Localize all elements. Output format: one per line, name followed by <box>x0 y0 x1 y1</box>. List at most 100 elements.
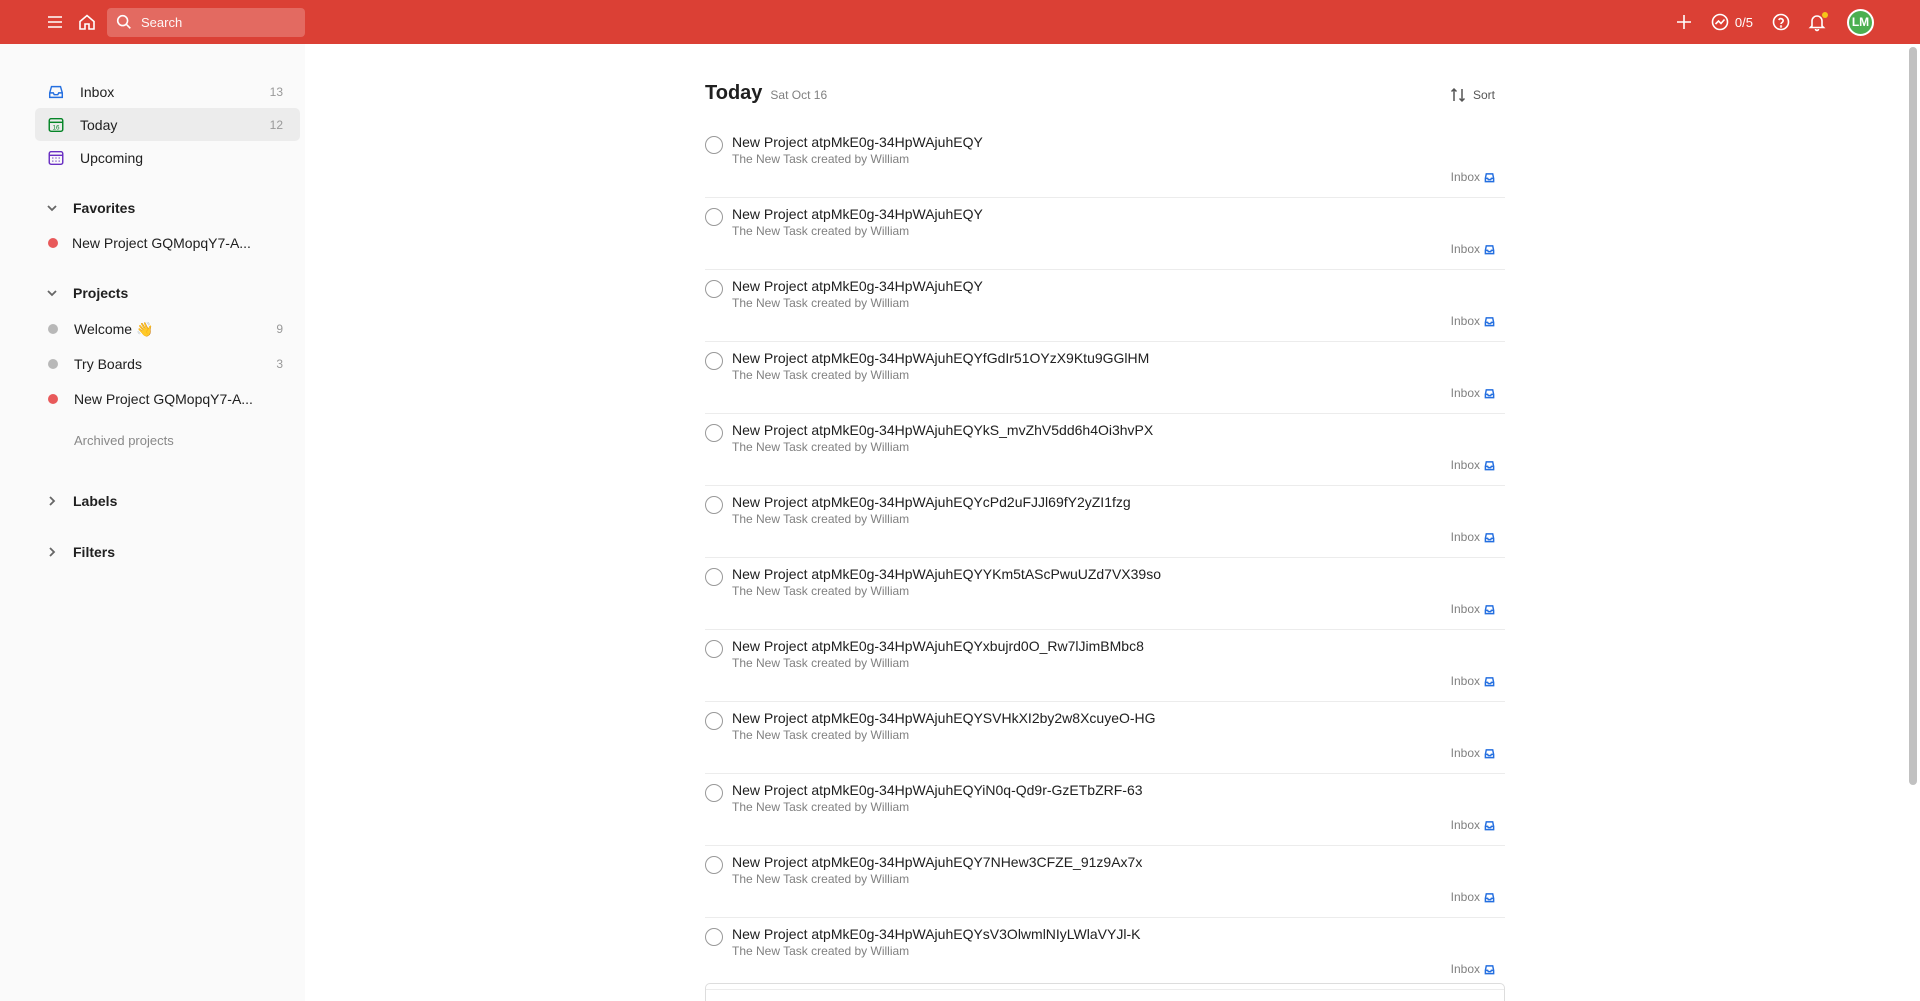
task-project-label: Inbox <box>1450 386 1480 400</box>
task-checkbox[interactable] <box>705 640 723 658</box>
favorite-item-new-project[interactable]: New Project GQMopqY7-A... <box>35 227 300 259</box>
task-checkbox[interactable] <box>705 568 723 586</box>
favorite-item-label: New Project GQMopqY7-A... <box>72 235 251 251</box>
task-checkbox[interactable] <box>705 712 723 730</box>
task-row[interactable]: New Project atpMkE0g-34HpWAjuhEQYSVHkXI2… <box>705 702 1505 774</box>
project-color-dot <box>48 324 58 334</box>
task-description: The New Task created by William <box>732 944 910 958</box>
task-project-link[interactable]: Inbox <box>1451 170 1495 184</box>
task-checkbox[interactable] <box>705 352 723 370</box>
task-row[interactable]: New Project atpMkE0g-34HpWAjuhEQYiN0q-Qd… <box>705 774 1505 846</box>
task-row[interactable]: New Project atpMkE0g-34HpWAjuhEQY7NHew3C… <box>705 846 1505 918</box>
task-project-label: Inbox <box>1450 818 1480 832</box>
task-project-label: Inbox <box>1450 962 1480 976</box>
search-box[interactable] <box>107 7 305 37</box>
sidebar-item-label: Upcoming <box>80 149 144 166</box>
task-title[interactable]: New Project atpMkE0g-34HpWAjuhEQY <box>732 278 983 294</box>
task-checkbox[interactable] <box>705 280 723 298</box>
task-title[interactable]: New Project atpMkE0g-34HpWAjuhEQY <box>732 206 983 222</box>
menu-icon[interactable] <box>41 8 69 36</box>
inbox-icon <box>1484 748 1495 758</box>
task-row[interactable]: New Project atpMkE0g-34HpWAjuhEQY The New… <box>705 270 1505 342</box>
task-checkbox[interactable] <box>705 136 723 154</box>
task-row[interactable]: New Project atpMkE0g-34HpWAjuhEQYcPd2uFJ… <box>705 486 1505 558</box>
chevron-right-icon <box>49 547 56 557</box>
task-project-link[interactable]: Inbox <box>1451 530 1495 544</box>
inbox-icon <box>1484 964 1495 974</box>
projects-section-toggle[interactable]: Projects <box>45 285 128 301</box>
task-project-label: Inbox <box>1450 314 1480 328</box>
search-input[interactable] <box>141 14 291 30</box>
project-item-label: Try Boards <box>74 356 142 372</box>
task-checkbox[interactable] <box>705 856 723 874</box>
task-project-link[interactable]: Inbox <box>1451 458 1495 472</box>
sidebar-item-upcoming[interactable]: Upcoming <box>35 141 300 174</box>
task-description: The New Task created by William <box>732 152 910 166</box>
task-checkbox[interactable] <box>705 208 723 226</box>
project-color-dot <box>48 394 58 404</box>
task-row[interactable]: New Project atpMkE0g-34HpWAjuhEQY The New… <box>705 198 1505 270</box>
task-checkbox[interactable] <box>705 496 723 514</box>
task-project-label: Inbox <box>1450 530 1480 544</box>
sidebar-item-inbox[interactable]: Inbox 13 <box>35 75 300 108</box>
task-project-label: Inbox <box>1450 170 1480 184</box>
task-title[interactable]: New Project atpMkE0g-34HpWAjuhEQYYKm5tAS… <box>732 566 1161 582</box>
productivity-button[interactable]: 0/5 <box>1710 12 1753 32</box>
favorites-section-label: Favorites <box>73 200 136 216</box>
task-title[interactable]: New Project atpMkE0g-34HpWAjuhEQYSVHkXI2… <box>732 710 1156 726</box>
task-description: The New Task created by William <box>732 512 910 526</box>
sidebar-item-today[interactable]: 16 Today 12 <box>35 108 300 141</box>
task-row[interactable]: New Project atpMkE0g-34HpWAjuhEQYsV3Olwm… <box>705 918 1505 990</box>
task-project-link[interactable]: Inbox <box>1451 386 1495 400</box>
task-project-link[interactable]: Inbox <box>1451 242 1495 256</box>
task-project-link[interactable]: Inbox <box>1451 314 1495 328</box>
task-project-link[interactable]: Inbox <box>1451 962 1495 976</box>
chevron-right-icon <box>49 496 56 506</box>
notifications-icon[interactable] <box>1803 8 1831 36</box>
task-title[interactable]: New Project atpMkE0g-34HpWAjuhEQYxbujrd0… <box>732 638 1144 654</box>
sidebar: Inbox 13 16 Today 12 Upcoming Favorites … <box>0 44 305 1001</box>
task-title[interactable]: New Project atpMkE0g-34HpWAjuhEQYsV3Olwm… <box>732 926 1140 942</box>
sort-button[interactable]: Sort <box>1449 86 1495 104</box>
task-title[interactable]: New Project atpMkE0g-34HpWAjuhEQYiN0q-Qd… <box>732 782 1143 798</box>
add-task-icon[interactable] <box>1670 8 1698 36</box>
favorites-section-toggle[interactable]: Favorites <box>45 200 135 216</box>
task-title[interactable]: New Project atpMkE0g-34HpWAjuhEQYcPd2uFJ… <box>732 494 1131 510</box>
archived-projects-link[interactable]: Archived projects <box>74 433 174 448</box>
task-row[interactable]: New Project atpMkE0g-34HpWAjuhEQYfGdIr51… <box>705 342 1505 414</box>
home-icon[interactable] <box>73 8 101 36</box>
filters-section-label: Filters <box>73 544 116 560</box>
filters-section-toggle[interactable]: Filters <box>45 544 115 560</box>
project-item-welcome[interactable]: Welcome 👋 9 <box>35 313 300 345</box>
task-description: The New Task created by William <box>732 800 910 814</box>
task-row[interactable]: New Project atpMkE0g-34HpWAjuhEQYYKm5tAS… <box>705 558 1505 630</box>
task-checkbox[interactable] <box>705 424 723 442</box>
svg-text:16: 16 <box>52 124 60 131</box>
task-row[interactable]: New Project atpMkE0g-34HpWAjuhEQYxbujrd0… <box>705 630 1505 702</box>
task-project-link[interactable]: Inbox <box>1451 890 1495 904</box>
task-project-link[interactable]: Inbox <box>1451 818 1495 832</box>
avatar[interactable]: LM <box>1847 8 1874 36</box>
task-project-link[interactable]: Inbox <box>1451 674 1495 688</box>
task-title[interactable]: New Project atpMkE0g-34HpWAjuhEQY <box>732 134 983 150</box>
project-item-new-project[interactable]: New Project GQMopqY7-A... <box>35 383 300 415</box>
task-project-link[interactable]: Inbox <box>1451 746 1495 760</box>
task-checkbox[interactable] <box>705 928 723 946</box>
task-title[interactable]: New Project atpMkE0g-34HpWAjuhEQYkS_mvZh… <box>732 422 1153 438</box>
task-row[interactable]: New Project atpMkE0g-34HpWAjuhEQYkS_mvZh… <box>705 414 1505 486</box>
help-icon[interactable] <box>1767 8 1795 36</box>
task-checkbox[interactable] <box>705 784 723 802</box>
task-description: The New Task created by William <box>732 872 910 886</box>
page-header: Today Sat Oct 16 Sort <box>705 82 1505 112</box>
project-item-count: 3 <box>276 357 283 371</box>
task-project-link[interactable]: Inbox <box>1451 602 1495 616</box>
inbox-icon <box>46 82 66 102</box>
project-item-count: 9 <box>276 322 283 336</box>
scrollbar-thumb[interactable] <box>1909 47 1917 785</box>
add-task-box[interactable] <box>705 983 1505 1001</box>
task-row[interactable]: New Project atpMkE0g-34HpWAjuhEQY The New… <box>705 126 1505 198</box>
task-title[interactable]: New Project atpMkE0g-34HpWAjuhEQYfGdIr51… <box>732 350 1149 366</box>
task-title[interactable]: New Project atpMkE0g-34HpWAjuhEQY7NHew3C… <box>732 854 1142 870</box>
project-item-try-boards[interactable]: Try Boards 3 <box>35 348 300 380</box>
labels-section-toggle[interactable]: Labels <box>45 493 117 509</box>
